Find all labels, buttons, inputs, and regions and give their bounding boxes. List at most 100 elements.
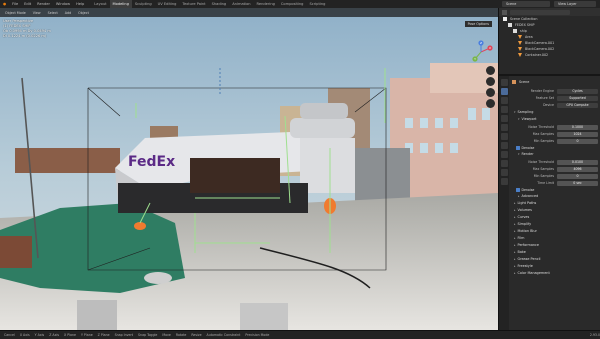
workspace-tab-scripting[interactable]: Scripting	[306, 0, 328, 8]
collection-icon	[513, 29, 517, 33]
r-max-field[interactable]: 4096	[557, 166, 598, 172]
render-engine-label: Render Engine	[530, 89, 554, 93]
navigation-gizmo[interactable]: X Y Z	[469, 40, 493, 64]
viewport-menu-add[interactable]: Add	[63, 11, 73, 15]
menu-help[interactable]: Help	[73, 0, 87, 8]
viewport-subsection[interactable]: ▾ Viewport	[512, 116, 598, 123]
section-grease-pencil[interactable]: ▸ Grease Pencil	[512, 256, 598, 263]
chevron-right-icon: ▸	[514, 264, 516, 268]
section-label: Simplify	[517, 222, 532, 226]
vp-max-field[interactable]: 1024	[557, 131, 598, 137]
vp-min-field[interactable]: 0	[557, 138, 598, 144]
grid-ortho-icon[interactable]	[486, 99, 495, 108]
menu-render[interactable]: Render	[34, 0, 53, 8]
status-hint-x-plane: X Plane	[64, 333, 76, 337]
status-hint-precision-mode: Precision Mode	[245, 333, 270, 337]
r-min-label: Min Samples	[533, 174, 554, 178]
menu-edit[interactable]: Edit	[21, 0, 34, 8]
scene-field[interactable]: Scene	[502, 1, 550, 7]
vp-noise-field[interactable]: 0.1000	[557, 124, 598, 130]
data-tab-icon[interactable]	[500, 178, 508, 185]
viewport-menu-object[interactable]: Object	[76, 11, 91, 15]
feature-set-label: Feature Set	[535, 96, 554, 100]
view-layer-field[interactable]: View Layer	[554, 1, 596, 7]
feature-set-dropdown[interactable]: Supported	[557, 95, 598, 101]
tool-tab-icon[interactable]	[500, 79, 508, 86]
section-volumes[interactable]: ▸ Volumes	[512, 207, 598, 214]
particles-tab-icon[interactable]	[500, 151, 508, 158]
advanced-label: Advanced	[521, 194, 539, 198]
camera-view-icon[interactable]	[486, 88, 495, 97]
workspace-tab-layout[interactable]: Layout	[91, 0, 109, 8]
viewport-menu-view[interactable]: View	[31, 11, 43, 15]
pan-hand-icon[interactable]	[486, 77, 495, 86]
device-dropdown[interactable]: GPU Compute	[557, 102, 598, 108]
outliner-filter-icon[interactable]	[502, 9, 507, 15]
rusty-pipe	[0, 236, 32, 268]
workspace-tab-rendering[interactable]: Rendering	[254, 0, 278, 8]
blender-logo-icon[interactable]: ●	[0, 0, 9, 8]
section-freestyle[interactable]: ▸ Freestyle	[512, 263, 598, 270]
pose-options-button[interactable]: Pose Options	[464, 21, 492, 27]
physics-tab-icon[interactable]	[500, 160, 508, 167]
scene-tab-icon[interactable]	[500, 115, 508, 122]
r-noise-field[interactable]: 0.0100	[557, 159, 598, 165]
sampling-section[interactable]: ▾ Sampling	[512, 109, 598, 116]
section-curves[interactable]: ▸ Curves	[512, 214, 598, 221]
section-bake[interactable]: ▸ Bake	[512, 249, 598, 256]
advanced-subsection[interactable]: ▸ Advanced	[512, 193, 598, 200]
section-light-paths[interactable]: ▸ Light Paths	[512, 200, 598, 207]
workspace-tab-shading[interactable]: Shading	[209, 0, 230, 8]
section-motion-blur[interactable]: ▸ Motion Blur	[512, 228, 598, 235]
workspace-tab-sculpting[interactable]: Sculpting	[132, 0, 155, 8]
workspace-tab-modeling[interactable]: Modeling	[109, 0, 132, 8]
workspace-tab-texture-paint[interactable]: Texture Paint	[179, 0, 208, 8]
3d-viewport[interactable]: FedEx Object Mode View Select Add Object…	[0, 8, 498, 330]
viewport-menu-select[interactable]: Select	[46, 11, 60, 15]
outliner-row[interactable]: Container.002	[499, 52, 600, 58]
object-tab-icon[interactable]	[500, 133, 508, 140]
workspace-tab-animation[interactable]: Animation	[229, 0, 253, 8]
object-mode-dropdown[interactable]: Object Mode	[3, 11, 28, 15]
vp-max-label: Max Samples	[532, 132, 554, 136]
feature-set-row: Feature Set Supported	[512, 95, 598, 101]
object-icon	[518, 41, 522, 45]
section-performance[interactable]: ▸ Performance	[512, 242, 598, 249]
render-sub-label: Render	[521, 152, 534, 156]
viewport-scene[interactable]: FedEx	[0, 8, 498, 330]
status-hint-z-axis: Z Axis	[49, 333, 60, 337]
rooftop-tank	[355, 148, 410, 203]
render-subsection[interactable]: ▾ Render	[512, 151, 598, 158]
svg-text:Z: Z	[480, 41, 482, 45]
r-min-field[interactable]: 0	[557, 173, 598, 179]
constraints-tab-icon[interactable]	[500, 169, 508, 176]
menu-window[interactable]: Window	[53, 0, 73, 8]
output-tab-icon[interactable]	[500, 97, 508, 104]
workspace-tab-uv-editing[interactable]: UV Editing	[155, 0, 180, 8]
section-simplify[interactable]: ▸ Simplify	[512, 221, 598, 228]
collection-icon	[508, 23, 512, 27]
roof-vent-2	[77, 300, 117, 330]
render-engine-dropdown[interactable]: Cycles	[557, 88, 598, 94]
section-film[interactable]: ▸ Film	[512, 235, 598, 242]
object-icon	[518, 47, 522, 51]
section-label: Color Management	[517, 271, 550, 275]
zoom-icon[interactable]	[486, 66, 495, 75]
outliner-search-field[interactable]	[510, 9, 570, 15]
status-hint-y-plane: Y Plane	[80, 333, 93, 337]
world-tab-icon[interactable]	[500, 124, 508, 131]
vp-noise-row: Noise Threshold 0.1000	[512, 124, 598, 130]
vp-max-row: Max Samples 1024	[512, 131, 598, 137]
status-hint-move: Move	[162, 333, 171, 337]
r-time-field[interactable]: 0 sec	[557, 180, 598, 186]
modifier-tab-icon[interactable]	[500, 142, 508, 149]
section-color-management[interactable]: ▸ Color Management	[512, 270, 598, 277]
status-hint-x-axis: X Axis	[19, 333, 30, 337]
svg-text:X: X	[489, 46, 491, 50]
properties-body: Scene Render Engine Cycles Feature Set S…	[509, 76, 600, 330]
workspace-tab-compositing[interactable]: Compositing	[278, 0, 307, 8]
menu-file[interactable]: File	[9, 0, 21, 8]
view-layer-tab-icon[interactable]	[500, 106, 508, 113]
render-tab-icon[interactable]	[500, 88, 508, 95]
properties-tabs	[499, 76, 509, 330]
